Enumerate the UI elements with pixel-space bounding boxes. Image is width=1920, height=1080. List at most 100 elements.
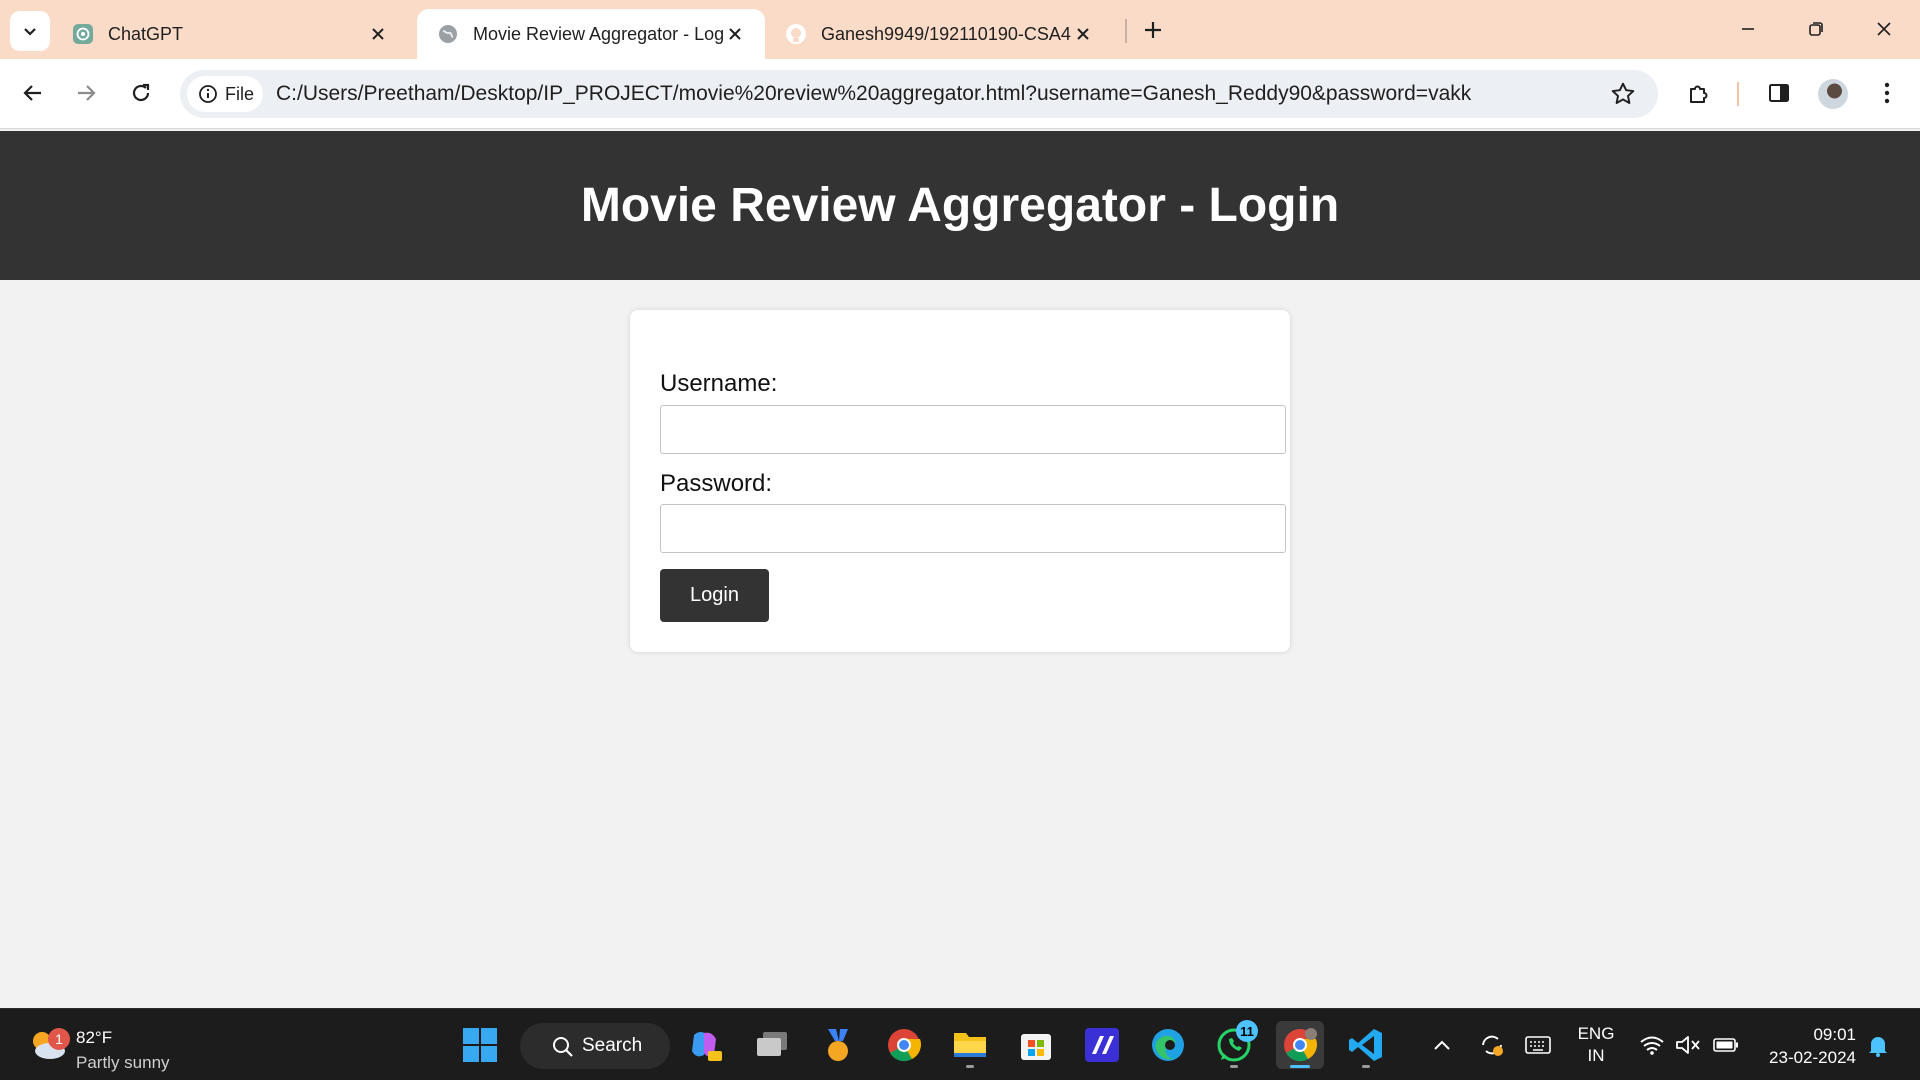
login-button[interactable]: Login	[660, 569, 769, 622]
show-hidden-icons-button[interactable]	[1428, 1031, 1456, 1059]
copilot-app[interactable]	[682, 1021, 730, 1069]
language-code: ENG	[1577, 1024, 1615, 1043]
medal-icon	[828, 1029, 848, 1061]
taskbar-clock[interactable]: 09:01 23-02-2024	[1754, 1023, 1856, 1069]
wifi-icon	[1640, 1036, 1664, 1055]
whatsapp-unread-badge: 11	[1236, 1020, 1258, 1042]
chatgpt-icon	[72, 23, 94, 45]
tab-github[interactable]: Ganesh9949/192110190-CSA43	[765, 9, 1113, 59]
microsoft-store-app[interactable]	[1012, 1021, 1060, 1069]
address-bar[interactable]: File C:/Users/Preetham/Desktop/IP_PROJEC…	[180, 70, 1658, 118]
bookmark-star-button[interactable]	[1610, 81, 1636, 112]
close-tab-icon[interactable]	[1071, 22, 1095, 46]
volume-tray-button[interactable]	[1674, 1031, 1702, 1059]
file-explorer-app[interactable]	[946, 1021, 994, 1069]
more-vertical-icon	[1884, 82, 1890, 104]
store-icon	[1021, 1034, 1051, 1060]
edge-app[interactable]	[1144, 1021, 1192, 1069]
task-view-app[interactable]	[748, 1021, 796, 1069]
restore-button[interactable]	[1788, 8, 1844, 50]
site-info-label: File	[225, 83, 255, 104]
username-label: Username:	[660, 370, 778, 397]
page-title: Movie Review Aggregator - Login	[580, 179, 1340, 232]
reload-icon	[132, 83, 150, 102]
tab-title: Movie Review Aggregator - Login	[473, 23, 723, 44]
vscode-app[interactable]	[1342, 1021, 1390, 1069]
chrome-profile-app[interactable]	[1276, 1021, 1324, 1069]
weather-temperature: 82°F	[76, 1028, 113, 1047]
tab-movie-review[interactable]: Movie Review Aggregator - Login	[417, 9, 765, 59]
side-panel-button[interactable]	[1761, 75, 1797, 111]
site-info-chip[interactable]: File	[187, 76, 263, 112]
medal-app[interactable]	[814, 1021, 862, 1069]
start-button[interactable]	[456, 1021, 504, 1069]
running-indicator	[1230, 1065, 1238, 1068]
browser-menu-button[interactable]	[1869, 75, 1905, 111]
clock-date: 23-02-2024	[1769, 1048, 1856, 1067]
site-header: Movie Review Aggregator - Login	[0, 131, 1920, 280]
chevron-down-icon	[24, 28, 36, 36]
tab-search-button[interactable]	[10, 11, 50, 51]
reload-button[interactable]	[123, 75, 159, 111]
username-input[interactable]	[660, 405, 1286, 454]
active-indicator	[1290, 1065, 1310, 1068]
github-icon	[785, 23, 807, 45]
back-button[interactable]	[15, 75, 51, 111]
tab-separator	[1125, 19, 1127, 43]
url-text[interactable]: C:/Users/Preetham/Desktop/IP_PROJECT/mov…	[276, 82, 1471, 106]
weather-condition: Partly sunny	[76, 1053, 170, 1072]
folder-icon	[954, 1033, 986, 1057]
running-indicator	[966, 1065, 974, 1068]
password-label: Password:	[660, 470, 773, 497]
tab-title: ChatGPT	[108, 23, 184, 44]
task-view-icon	[757, 1032, 787, 1056]
edge-icon	[1152, 1029, 1184, 1061]
chrome-icon	[1284, 1028, 1318, 1062]
battery-icon	[1713, 1038, 1738, 1052]
chrome-icon	[888, 1029, 922, 1062]
chrome-app[interactable]	[880, 1021, 928, 1069]
battery-tray-button[interactable]	[1712, 1031, 1740, 1059]
windows-taskbar: 1 82°F Partly sunny Search ENG IN 09:01 …	[0, 1008, 1920, 1080]
code-ai-icon	[1085, 1028, 1119, 1062]
browser-tab-strip: ChatGPT Movie Review Aggregator - Login …	[0, 0, 1920, 59]
keyboard-tray-button[interactable]	[1524, 1031, 1552, 1059]
close-tab-icon[interactable]	[723, 22, 747, 46]
weather-widget[interactable]: 1 82°F Partly sunny	[26, 1019, 226, 1072]
profile-avatar[interactable]	[1818, 79, 1848, 109]
close-tab-icon[interactable]	[366, 22, 390, 46]
globe-icon	[437, 23, 459, 45]
close-window-button[interactable]	[1856, 8, 1912, 50]
wifi-tray-button[interactable]	[1638, 1031, 1666, 1059]
code-app[interactable]	[1078, 1021, 1126, 1069]
volume-muted-icon	[1676, 1036, 1700, 1054]
password-input[interactable]	[660, 504, 1286, 553]
restore-icon	[1809, 22, 1823, 36]
close-icon	[1877, 22, 1891, 36]
arrow-right-icon	[78, 85, 96, 101]
toolbar-divider	[1737, 82, 1739, 106]
minimize-button[interactable]	[1720, 8, 1776, 50]
language-region: IN	[1587, 1046, 1605, 1065]
sync-tray-button[interactable]	[1478, 1031, 1506, 1059]
minimize-icon	[1742, 28, 1754, 30]
notifications-button[interactable]	[1864, 1031, 1892, 1059]
taskbar-search[interactable]: Search	[520, 1023, 670, 1069]
puzzle-icon	[1690, 85, 1708, 103]
new-tab-button[interactable]	[1137, 14, 1169, 46]
sync-icon	[1482, 1035, 1503, 1056]
copilot-icon	[692, 1032, 722, 1061]
clock-time: 09:01	[1813, 1025, 1856, 1044]
star-icon	[1611, 82, 1635, 104]
language-indicator[interactable]: ENG IN	[1576, 1023, 1616, 1067]
extensions-button[interactable]	[1681, 75, 1717, 111]
side-panel-icon	[1769, 84, 1789, 102]
search-label: Search	[582, 1035, 643, 1056]
browser-toolbar: File C:/Users/Preetham/Desktop/IP_PROJEC…	[0, 59, 1920, 129]
vscode-icon	[1349, 1029, 1382, 1061]
forward-button[interactable]	[68, 75, 104, 111]
keyboard-icon	[1525, 1036, 1551, 1054]
arrow-left-icon	[23, 85, 41, 101]
notification-badge: 1	[48, 1028, 70, 1050]
tab-chatgpt[interactable]: ChatGPT	[52, 9, 404, 59]
